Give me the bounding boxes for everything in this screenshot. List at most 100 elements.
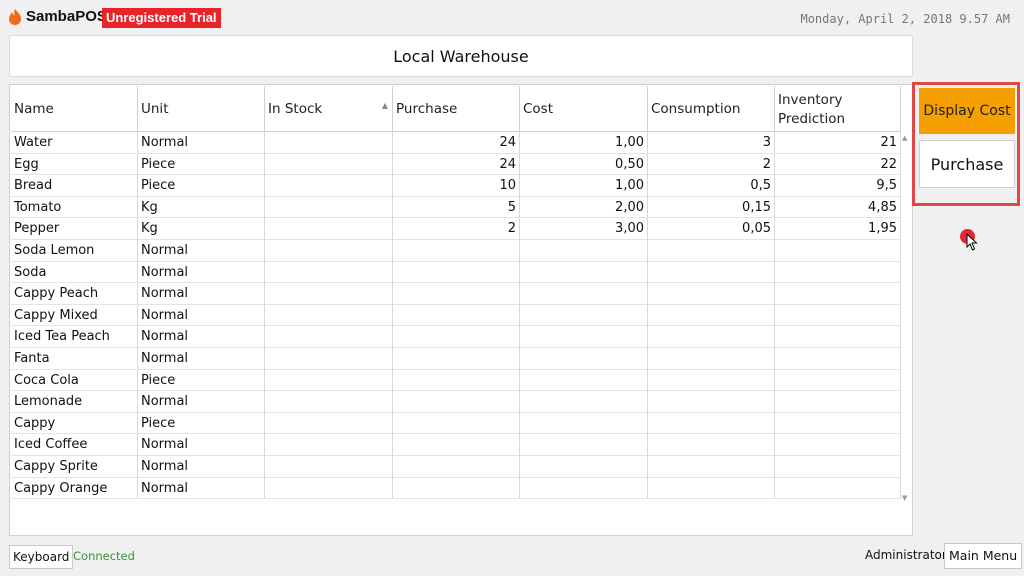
table-cell: Egg <box>11 153 138 176</box>
table-row[interactable]: Water Normal 24 1,00 3 21 <box>11 132 901 154</box>
table-cell: Kg <box>138 218 265 240</box>
table-cell: Normal <box>138 326 265 348</box>
connection-status: Connected <box>73 549 135 563</box>
table-cell <box>648 347 775 370</box>
column-header-cost[interactable]: Cost <box>520 86 648 132</box>
table-row[interactable]: Soda Normal <box>11 261 901 284</box>
column-header-label: Purchase <box>396 100 458 117</box>
table-cell <box>393 369 520 392</box>
table-row[interactable]: Cappy Orange Normal <box>11 477 901 500</box>
table-cell <box>520 283 648 305</box>
table-cell <box>265 283 393 305</box>
table-cell: Coca Cola <box>11 369 138 392</box>
table-row[interactable]: Coca Cola Piece <box>11 369 901 392</box>
table-cell: Normal <box>138 347 265 370</box>
table-cell: Normal <box>138 391 265 413</box>
table-row[interactable]: Fanta Normal <box>11 347 901 370</box>
table-row[interactable]: Tomato Kg 5 2,00 0,15 4,85 <box>11 196 901 219</box>
table-cell <box>393 283 520 305</box>
table-cell: 24 <box>393 153 520 176</box>
table-cell <box>648 412 775 435</box>
table-cell <box>265 412 393 435</box>
inventory-grid: Name Unit In Stock ▲ Purchase Cost Consu… <box>9 84 913 536</box>
column-header-label: In Stock <box>268 100 323 117</box>
table-cell <box>648 477 775 500</box>
sort-ascending-icon: ▲ <box>381 101 388 110</box>
table-cell: Cappy Orange <box>11 477 138 500</box>
table-cell <box>520 261 648 284</box>
table-cell <box>265 153 393 176</box>
table-cell <box>775 391 901 413</box>
column-header-label: Cost <box>523 100 554 117</box>
table-cell: Soda <box>11 261 138 284</box>
table-row[interactable]: Iced Coffee Normal <box>11 434 901 456</box>
table-cell <box>265 132 393 154</box>
table-cell: Piece <box>138 153 265 176</box>
table-cell <box>520 326 648 348</box>
column-header-name[interactable]: Name <box>11 86 138 132</box>
table-row[interactable]: Lemonade Normal <box>11 391 901 413</box>
grid-header-row: Name Unit In Stock ▲ Purchase Cost Consu… <box>11 86 901 132</box>
table-cell <box>648 434 775 456</box>
table-cell: 5 <box>393 196 520 219</box>
table-cell <box>775 304 901 327</box>
keyboard-button[interactable]: Keyboard <box>9 545 74 569</box>
table-cell <box>393 261 520 284</box>
column-header-in-stock[interactable]: In Stock ▲ <box>265 86 393 132</box>
table-cell <box>775 347 901 370</box>
table-row[interactable]: Cappy Peach Normal <box>11 283 901 305</box>
table-row[interactable]: Cappy Mixed Normal <box>11 304 901 327</box>
table-row[interactable]: Cappy Piece <box>11 412 901 435</box>
table-cell: 1,00 <box>520 175 648 197</box>
table-cell <box>648 283 775 305</box>
table-cell <box>520 239 648 262</box>
scroll-up-icon[interactable]: ▲ <box>902 134 907 142</box>
column-header-purchase[interactable]: Purchase <box>393 86 520 132</box>
table-row[interactable]: Cappy Sprite Normal <box>11 455 901 478</box>
mouse-cursor-icon <box>966 232 978 255</box>
display-cost-button[interactable]: Display Cost <box>919 88 1015 134</box>
table-cell <box>393 347 520 370</box>
table-cell: 3 <box>648 132 775 154</box>
purchase-button[interactable]: Purchase <box>919 140 1015 188</box>
table-cell: Kg <box>138 196 265 219</box>
vertical-scrollbar[interactable]: ▲ ▼ <box>901 132 911 504</box>
table-cell <box>265 477 393 500</box>
table-cell <box>393 304 520 327</box>
column-header-consumption[interactable]: Consumption <box>648 86 775 132</box>
table-cell <box>520 304 648 327</box>
table-row[interactable]: Bread Piece 10 1,00 0,5 9,5 <box>11 175 901 197</box>
table-cell: 4,85 <box>775 196 901 219</box>
table-row[interactable]: Egg Piece 24 0,50 2 22 <box>11 153 901 176</box>
table-cell <box>265 326 393 348</box>
table-cell <box>520 412 648 435</box>
table-cell <box>265 455 393 478</box>
table-cell: Cappy Mixed <box>11 304 138 327</box>
table-row[interactable]: Soda Lemon Normal <box>11 239 901 262</box>
scroll-down-icon[interactable]: ▼ <box>902 494 907 502</box>
table-cell: Normal <box>138 434 265 456</box>
table-row[interactable]: Pepper Kg 2 3,00 0,05 1,95 <box>11 218 901 240</box>
table-cell: 1,00 <box>520 132 648 154</box>
table-cell <box>265 369 393 392</box>
table-cell <box>520 347 648 370</box>
main-menu-button[interactable]: Main Menu <box>944 543 1023 569</box>
table-row[interactable]: Iced Tea Peach Normal <box>11 326 901 348</box>
column-header-unit[interactable]: Unit <box>138 86 265 132</box>
status-bar: Keyboard Connected Administrator Main Me… <box>0 540 1024 576</box>
table-cell <box>775 455 901 478</box>
column-header-inventory-prediction[interactable]: Inventory Prediction <box>775 86 901 132</box>
table-cell <box>520 369 648 392</box>
table-cell: 2,00 <box>520 196 648 219</box>
table-cell <box>393 391 520 413</box>
table-cell <box>393 455 520 478</box>
table-cell <box>775 477 901 500</box>
table-cell <box>775 261 901 284</box>
table-cell <box>265 175 393 197</box>
table-cell <box>648 261 775 284</box>
table-cell: Cappy Sprite <box>11 455 138 478</box>
table-cell: 0,05 <box>648 218 775 240</box>
table-cell <box>648 304 775 327</box>
table-cell <box>775 326 901 348</box>
table-cell <box>393 434 520 456</box>
